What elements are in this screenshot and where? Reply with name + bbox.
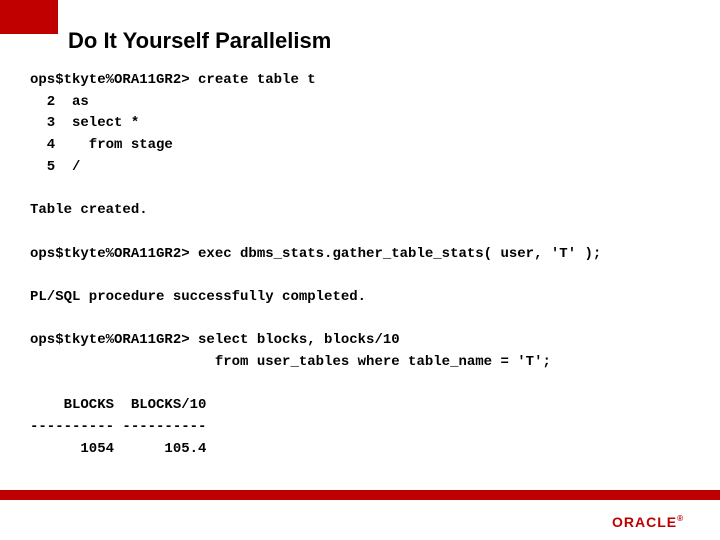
code-line: 1054 105.4 xyxy=(30,441,206,457)
code-block: ops$tkyte%ORA11GR2> create table t 2 as … xyxy=(30,70,690,460)
code-line: ops$tkyte%ORA11GR2> exec dbms_stats.gath… xyxy=(30,246,601,262)
logo-text: ORACLE xyxy=(612,514,677,530)
slide-title: Do It Yourself Parallelism xyxy=(68,28,331,54)
code-line: ops$tkyte%ORA11GR2> create table t xyxy=(30,72,316,88)
code-line: ops$tkyte%ORA11GR2> select blocks, block… xyxy=(30,332,400,348)
header-accent-block xyxy=(0,0,58,34)
code-line: 2 as xyxy=(30,94,89,110)
code-line: 3 select * xyxy=(30,115,139,131)
code-line: from user_tables where table_name = 'T'; xyxy=(30,354,551,370)
code-line: Table created. xyxy=(30,202,148,218)
code-line: BLOCKS BLOCKS/10 xyxy=(30,397,206,413)
registered-mark: ® xyxy=(677,514,684,523)
code-line: PL/SQL procedure successfully completed. xyxy=(30,289,366,305)
code-line: 4 from stage xyxy=(30,137,173,153)
footer-accent-bar xyxy=(0,490,720,500)
code-line: 5 / xyxy=(30,159,80,175)
oracle-logo: ORACLE® xyxy=(612,514,684,530)
code-line: ---------- ---------- xyxy=(30,419,206,435)
